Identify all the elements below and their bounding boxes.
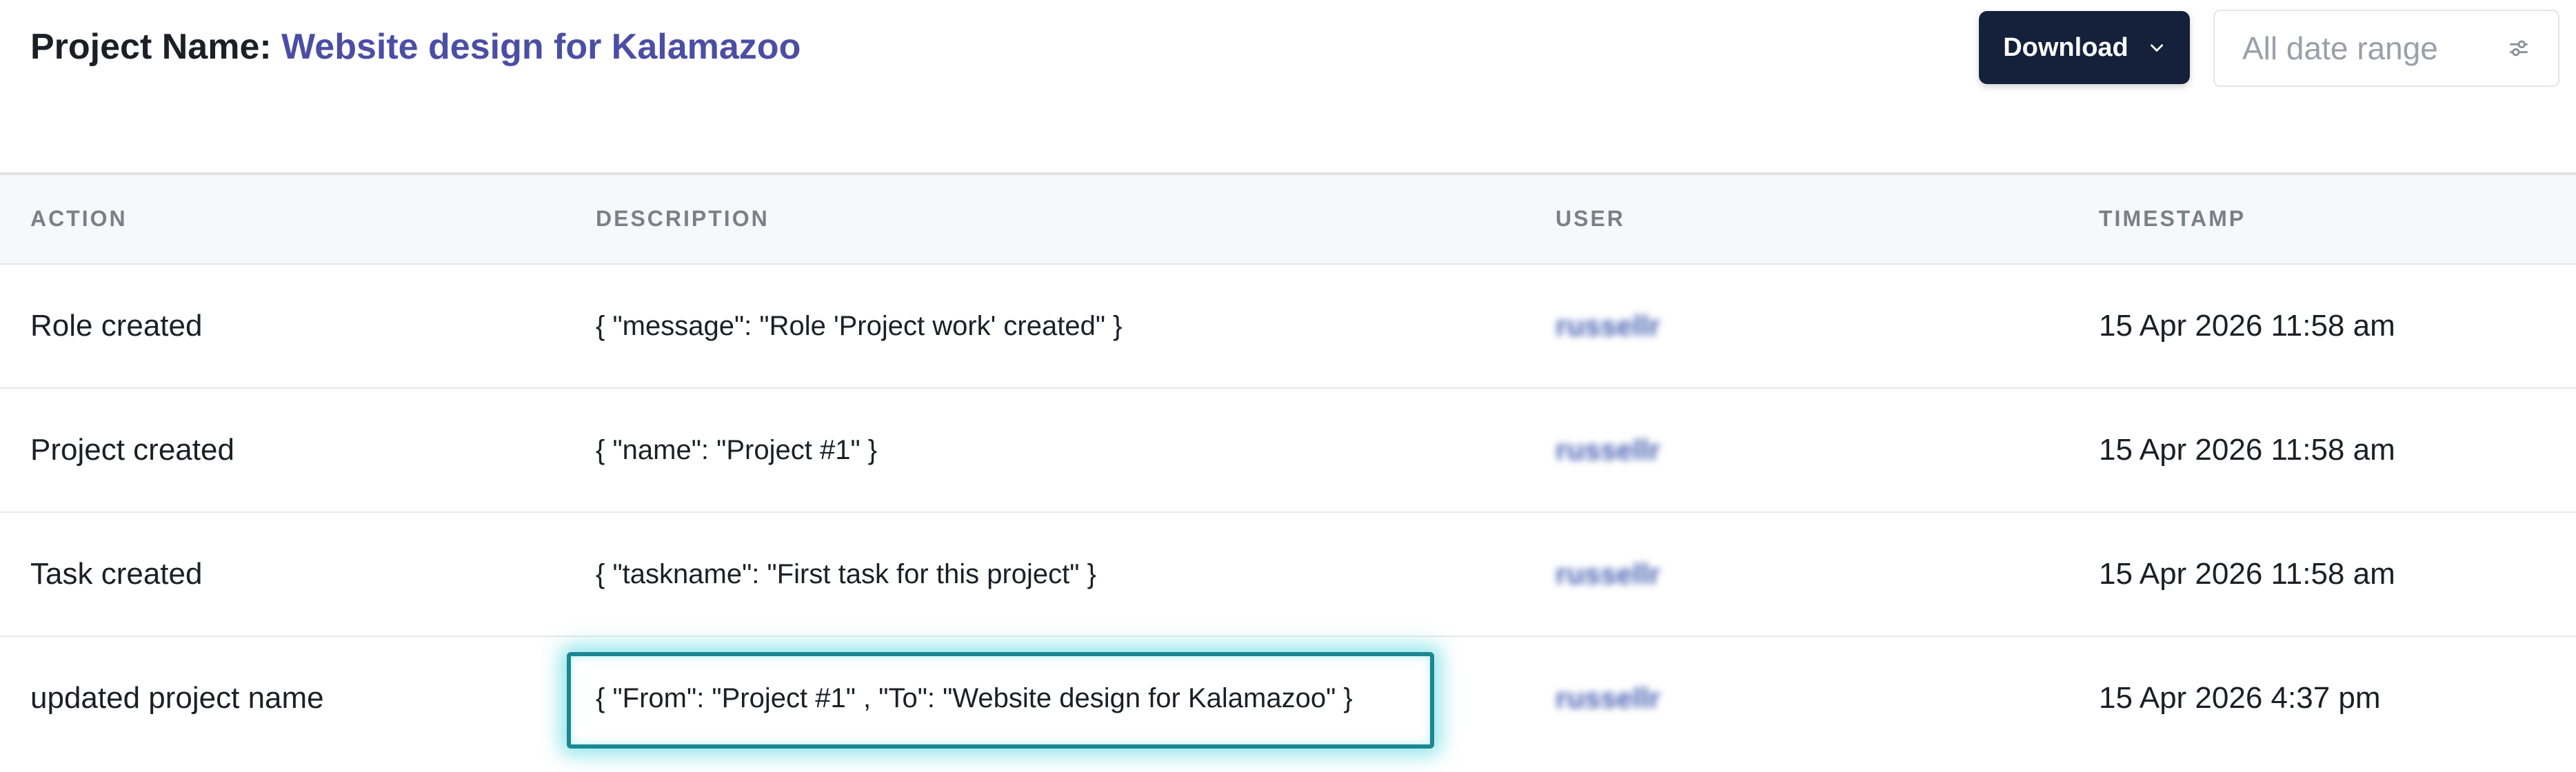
row-timestamp: 15 Apr 2026 11:58 am	[2099, 433, 2395, 467]
row-action: Task created	[30, 557, 203, 591]
chevron-down-icon	[2150, 44, 2163, 52]
table-row[interactable]: updated project name { "From": "Project …	[0, 637, 2576, 761]
download-button-label: Download	[2003, 32, 2129, 62]
project-name-value: Website design for Kalamazoo	[281, 27, 801, 67]
row-action: Role created	[30, 309, 203, 343]
row-action: Project created	[30, 433, 234, 467]
row-description: { "From": "Project #1" , "To": "Website …	[596, 683, 1353, 713]
row-description: { "message": "Role 'Project work' create…	[596, 311, 1123, 341]
row-user-redacted: russellr	[1556, 682, 1660, 714]
table-row[interactable]: Task created { "taskname": "First task f…	[0, 513, 2576, 637]
column-header-action[interactable]: ACTION	[30, 175, 128, 262]
table-header: ACTION DESCRIPTION USER TIMESTAMP	[0, 175, 2576, 265]
sliders-icon	[2510, 40, 2528, 57]
activity-log-table: ACTION DESCRIPTION USER TIMESTAMP Role c…	[0, 172, 2576, 772]
row-description: { "name": "Project #1" }	[596, 435, 878, 465]
page-title: Project Name: Website design for Kalamaz…	[30, 25, 801, 69]
row-timestamp: 15 Apr 2026 11:58 am	[2099, 309, 2395, 343]
table-row[interactable]: Role created { "message": "Role 'Project…	[0, 265, 2576, 389]
row-description: { "taskname": "First task for this proje…	[596, 559, 1096, 589]
column-header-user[interactable]: USER	[1556, 175, 1625, 262]
download-button[interactable]: Download	[1979, 11, 2190, 84]
row-timestamp: 15 Apr 2026 11:58 am	[2099, 557, 2395, 591]
row-user-redacted: russellr	[1556, 309, 1660, 342]
date-range-input[interactable]	[2242, 30, 2504, 67]
row-timestamp: 15 Apr 2026 4:37 pm	[2099, 681, 2381, 715]
column-header-timestamp[interactable]: TIMESTAMP	[2099, 175, 2246, 262]
column-header-description[interactable]: DESCRIPTION	[596, 175, 769, 262]
row-user-redacted: russellr	[1556, 558, 1660, 590]
row-action: updated project name	[30, 681, 324, 715]
date-range-select[interactable]	[2213, 10, 2559, 87]
table-row[interactable]: Project created { "name": "Project #1" }…	[0, 389, 2576, 513]
page-header: Project Name: Website design for Kalamaz…	[0, 0, 2576, 172]
row-user-redacted: russellr	[1556, 434, 1660, 466]
project-name-label: Project Name:	[30, 27, 272, 67]
